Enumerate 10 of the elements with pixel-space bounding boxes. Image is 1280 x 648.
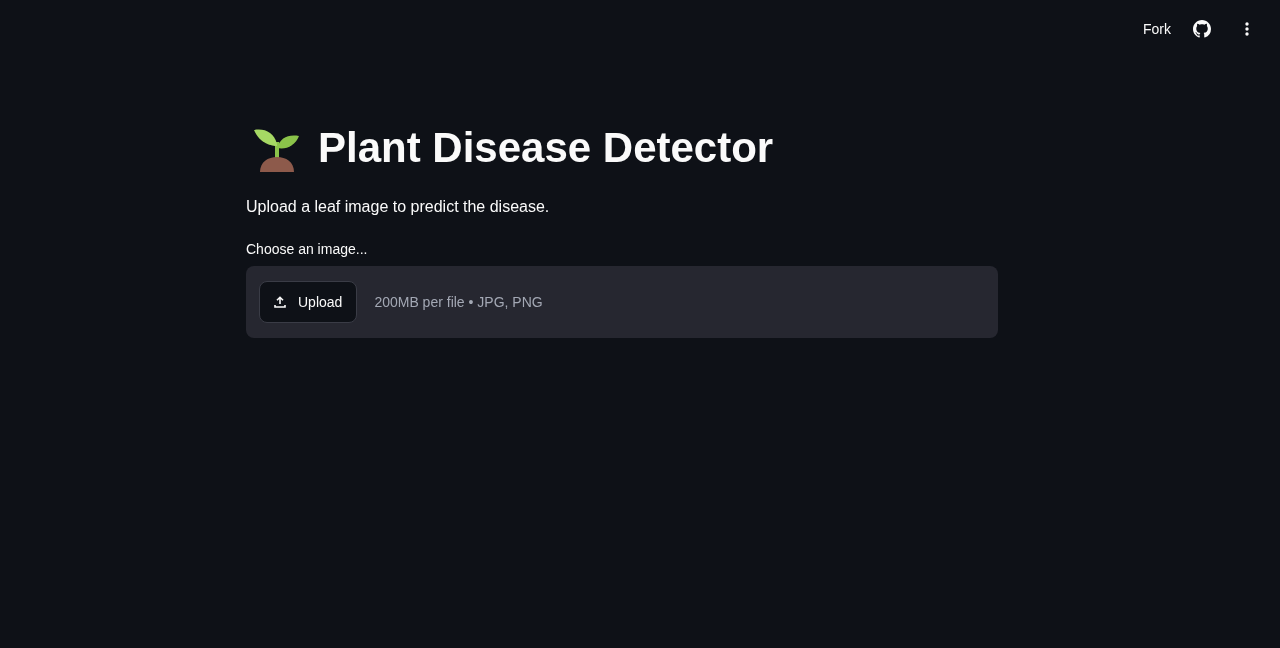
more-menu-icon[interactable] (1245, 22, 1249, 36)
file-limit-hint: 200MB per file • JPG, PNG (374, 292, 543, 312)
upload-button[interactable]: Upload (259, 281, 358, 323)
github-icon[interactable] (1193, 20, 1211, 38)
page-title: Plant Disease Detector (318, 124, 774, 172)
file-dropzone[interactable]: Upload 200MB per file • JPG, PNG (246, 266, 998, 338)
upload-icon (274, 296, 286, 308)
fork-link[interactable]: Fork (1143, 18, 1171, 40)
uploader-label: Choose an image... (246, 240, 368, 259)
description-text: Upload a leaf image to predict the disease. (246, 197, 551, 217)
